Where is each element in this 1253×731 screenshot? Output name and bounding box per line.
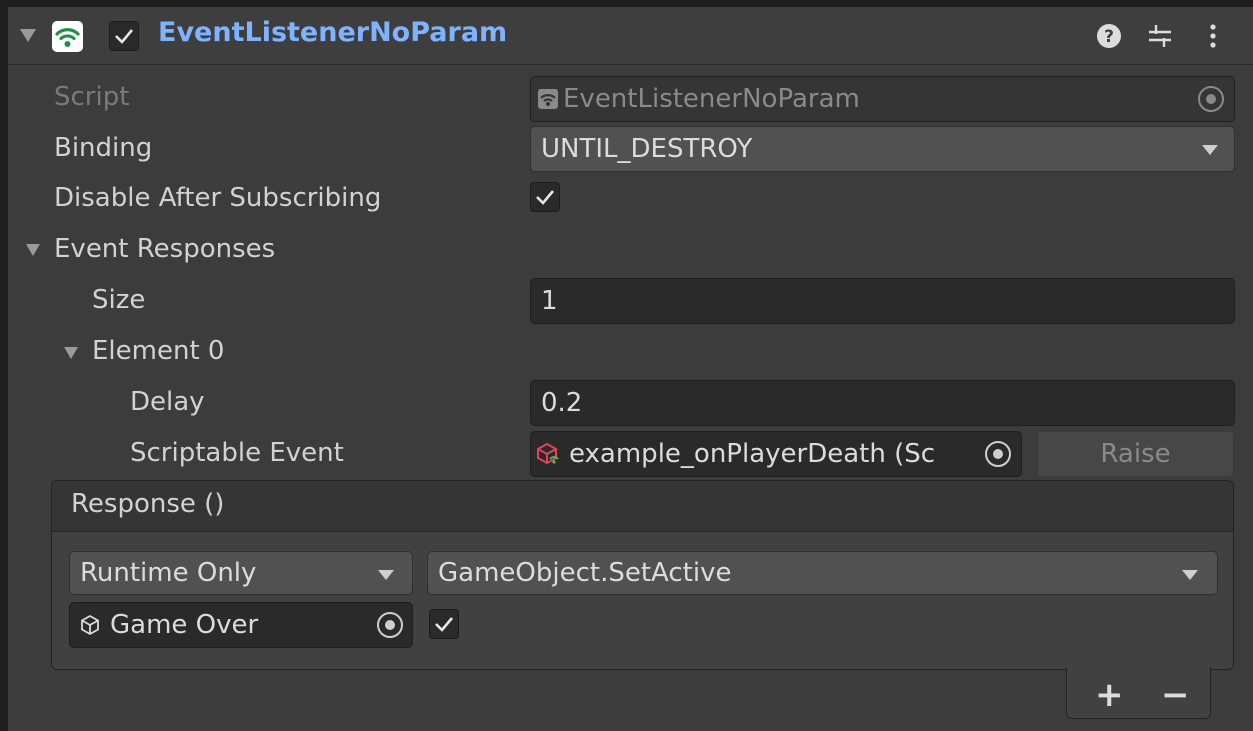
scriptable-event-value: example_onPlayerDeath (Sc — [569, 439, 936, 469]
foldout-arrow-icon[interactable] — [20, 29, 36, 42]
function-dropdown-arrow-icon — [1182, 570, 1198, 580]
component-title: EventListenerNoParam — [158, 17, 508, 48]
script-field[interactable]: EventListenerNoParam — [530, 76, 1235, 122]
binding-label: Binding — [54, 133, 153, 163]
script-broadcast-icon — [538, 89, 558, 109]
broadcast-icon — [52, 21, 83, 52]
component-header[interactable]: EventListenerNoParam ? — [8, 7, 1253, 65]
checkmark-icon — [536, 190, 554, 205]
add-element-button[interactable]: + — [1095, 675, 1124, 715]
set-active-argument-checkbox[interactable] — [429, 609, 459, 639]
delay-label: Delay — [130, 387, 205, 417]
element-foldout-icon[interactable] — [64, 347, 78, 359]
event-responses-label[interactable]: Event Responses — [54, 234, 275, 264]
binding-value: UNTIL_DESTROY — [541, 134, 753, 164]
raise-button[interactable]: Raise — [1037, 431, 1234, 477]
scriptable-event-field[interactable]: example_onPlayerDeath (Sc — [530, 431, 1022, 477]
checkmark-icon — [435, 617, 453, 632]
delay-input[interactable]: 0.2 — [530, 380, 1235, 426]
runtime-mode-dropdown[interactable]: Runtime Only — [69, 551, 413, 595]
list-footer: + − — [1066, 667, 1211, 719]
runtime-mode-dropdown-arrow-icon — [378, 570, 394, 580]
runtime-mode-value: Runtime Only — [80, 558, 257, 588]
binding-dropdown[interactable]: UNTIL_DESTROY — [530, 126, 1235, 172]
event-responses-foldout-icon[interactable] — [26, 244, 40, 256]
binding-dropdown-arrow-icon — [1202, 145, 1218, 155]
delay-value: 0.2 — [541, 388, 583, 418]
kebab-menu-icon[interactable] — [1198, 21, 1228, 51]
checkmark-icon — [115, 29, 133, 44]
function-dropdown[interactable]: GameObject.SetActive — [427, 551, 1218, 595]
size-value: 1 — [541, 286, 558, 316]
target-object-field[interactable]: Game Over — [69, 602, 413, 648]
component-enabled-checkbox[interactable] — [109, 21, 139, 51]
response-header-label: Response () — [71, 489, 225, 519]
function-value: GameObject.SetActive — [438, 558, 732, 588]
script-value: EventListenerNoParam — [563, 84, 860, 114]
scriptable-event-object-picker-icon[interactable] — [985, 441, 1011, 467]
inspector-panel: EventListenerNoParam ? Script EventListe… — [8, 7, 1253, 731]
disable-after-subscribing-label: Disable After Subscribing — [54, 183, 382, 213]
target-object-value: Game Over — [110, 610, 259, 640]
svg-text:?: ? — [1104, 27, 1114, 47]
response-event-box: Response () Runtime Only GameObject.SetA… — [51, 480, 1234, 670]
size-input[interactable]: 1 — [530, 278, 1235, 324]
script-object-picker-icon[interactable] — [1198, 86, 1224, 112]
remove-element-button[interactable]: − — [1161, 675, 1190, 715]
disable-after-subscribing-checkbox[interactable] — [530, 182, 560, 212]
response-header: Response () — [52, 481, 1233, 532]
scriptable-event-asset-icon — [536, 442, 560, 466]
target-object-picker-icon[interactable] — [377, 612, 403, 638]
script-label: Script — [54, 82, 130, 112]
scriptable-event-label: Scriptable Event — [130, 438, 344, 468]
size-label: Size — [92, 285, 146, 315]
element-label[interactable]: Element 0 — [92, 336, 224, 366]
help-icon[interactable]: ? — [1094, 21, 1124, 51]
preset-icon[interactable] — [1145, 21, 1175, 51]
gameobject-cube-icon — [79, 614, 101, 636]
